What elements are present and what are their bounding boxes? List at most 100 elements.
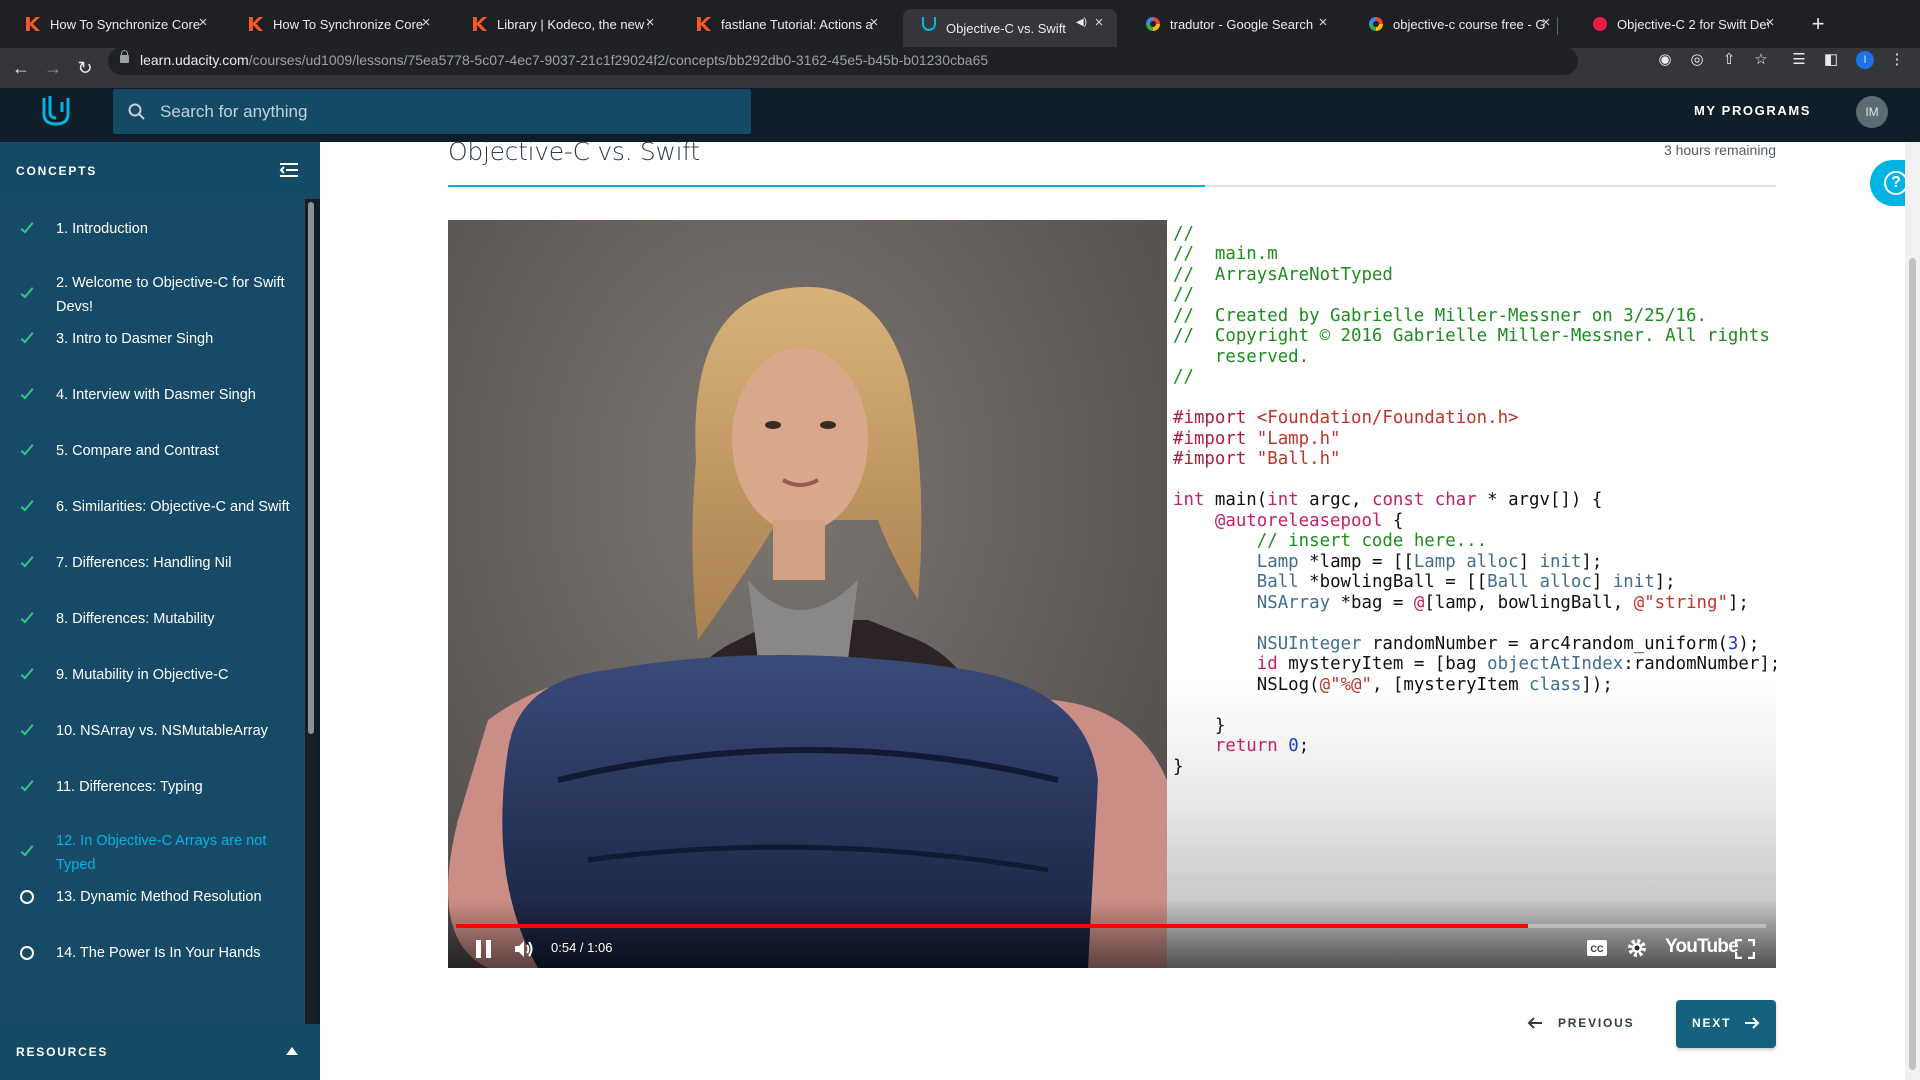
browser-tab[interactable]: fastlane Tutorial: Actions an × bbox=[678, 9, 892, 39]
concept-label: 13. Dynamic Method Resolution bbox=[56, 889, 262, 905]
kodeco-icon bbox=[249, 17, 263, 31]
url-path: /courses/ud1009/lessons/75ea5778-5c07-4e… bbox=[248, 52, 989, 68]
concept-label: 14. The Power Is In Your Hands bbox=[56, 945, 261, 961]
search-input[interactable] bbox=[160, 101, 720, 123]
bookmark-star-icon[interactable]: ☆ bbox=[1752, 51, 1770, 69]
volume-icon[interactable] bbox=[512, 937, 536, 961]
previous-label[interactable]: PREVIOUS bbox=[1558, 1016, 1634, 1030]
close-tab-icon[interactable]: × bbox=[866, 15, 882, 31]
concept-item[interactable]: 1. Introduction bbox=[0, 217, 305, 267]
concept-label: 7. Differences: Handling Nil bbox=[56, 555, 232, 571]
more-menu-icon[interactable]: ⋮ bbox=[1888, 51, 1906, 69]
tab-title: Library | Kodeco, the new ra bbox=[497, 16, 649, 32]
side-panel-icon[interactable]: ◧ bbox=[1822, 51, 1840, 69]
tab-title: How To Synchronize Core D bbox=[50, 16, 202, 32]
share-icon[interactable]: ⇧ bbox=[1720, 51, 1738, 69]
concept-label: 2. Welcome to Objective-C for Swift Devs… bbox=[56, 275, 285, 315]
concept-item[interactable]: 12. In Objective-C Arrays are not Typed bbox=[0, 829, 305, 879]
code-line: // bbox=[1173, 367, 1194, 387]
concept-item[interactable]: 13. Dynamic Method Resolution bbox=[0, 885, 305, 935]
checkmark-icon bbox=[20, 284, 34, 299]
incognito-eye-icon[interactable]: ◎ bbox=[1688, 51, 1706, 69]
kodeco-icon bbox=[473, 17, 487, 31]
arrow-right-icon[interactable] bbox=[1744, 1015, 1760, 1031]
tab-audio-icon[interactable]: ◀) bbox=[1076, 17, 1087, 28]
arrow-left-icon[interactable] bbox=[1527, 1015, 1543, 1031]
svg-text:CC: CC bbox=[1591, 944, 1604, 954]
browser-tab[interactable]: Objective-C 2 for Swift Dev × bbox=[1574, 9, 1788, 39]
concept-item[interactable]: 7. Differences: Handling Nil bbox=[0, 551, 305, 601]
browser-tab[interactable]: How To Synchronize Core D × bbox=[7, 9, 221, 39]
profile-icon[interactable]: I bbox=[1856, 51, 1874, 69]
next-label[interactable]: NEXT bbox=[1692, 1016, 1731, 1030]
caret-up-icon[interactable] bbox=[286, 1047, 298, 1055]
checkmark-icon bbox=[20, 721, 34, 736]
collapse-sidebar-icon[interactable] bbox=[278, 160, 300, 180]
concept-item[interactable]: 10. NSArray vs. NSMutableArray bbox=[0, 719, 305, 769]
close-tab-icon[interactable]: × bbox=[418, 15, 434, 31]
concept-item[interactable]: 5. Compare and Contrast bbox=[0, 439, 305, 489]
browser-tab[interactable]: Library | Kodeco, the new ra × bbox=[454, 9, 668, 39]
concept-item[interactable]: 4. Interview with Dasmer Singh bbox=[0, 383, 305, 433]
pause-icon[interactable] bbox=[473, 938, 495, 960]
checkmark-icon bbox=[20, 777, 34, 792]
close-tab-icon[interactable]: × bbox=[642, 15, 658, 31]
fullscreen-icon[interactable] bbox=[1735, 939, 1755, 959]
concept-item[interactable]: 3. Intro to Dasmer Singh bbox=[0, 327, 305, 377]
url-text[interactable]: learn.udacity.com/courses/ud1009/lessons… bbox=[140, 52, 988, 68]
concept-item[interactable]: 11. Differences: Typing bbox=[0, 775, 305, 825]
browser-tab[interactable]: Objective-C vs. Swift × ◀) bbox=[903, 9, 1117, 48]
close-tab-icon[interactable]: × bbox=[1315, 15, 1331, 31]
code-line: int main(int argc, const char * argv[]) … bbox=[1173, 490, 1603, 510]
video-player[interactable]: // // main.m // ArraysAreNotTyped // // … bbox=[448, 220, 1776, 968]
browser-tab[interactable]: How To Synchronize Core D × bbox=[230, 9, 444, 39]
browser-tab[interactable]: tradutor - Google Search × bbox=[1127, 9, 1341, 39]
avatar[interactable]: IM bbox=[1856, 96, 1888, 128]
browser-tab[interactable]: objective-c course free - Go × bbox=[1350, 9, 1564, 39]
forward-icon[interactable]: → bbox=[43, 58, 63, 78]
video-controls bbox=[448, 900, 1776, 968]
video-time: 0:54 / 1:06 bbox=[551, 940, 613, 955]
resources-title: RESOURCES bbox=[16, 1045, 109, 1059]
concept-item[interactable]: 14. The Power Is In Your Hands bbox=[0, 941, 305, 991]
new-tab-button[interactable]: + bbox=[1808, 13, 1828, 35]
google-lens-icon[interactable]: ◉ bbox=[1656, 51, 1674, 69]
checkmark-icon bbox=[20, 553, 34, 568]
search-icon bbox=[128, 103, 145, 120]
concept-item[interactable]: 8. Differences: Mutability bbox=[0, 607, 305, 657]
close-tab-icon[interactable]: × bbox=[1538, 15, 1554, 31]
code-line: NSArray *bag = @[lamp, bowlingBall, @"st… bbox=[1256, 593, 1749, 613]
tab-separator bbox=[1557, 17, 1558, 35]
tab-title: fastlane Tutorial: Actions an bbox=[721, 16, 873, 32]
code-line: // bbox=[1173, 224, 1194, 244]
code-line: // ArraysAreNotTyped bbox=[1173, 265, 1393, 285]
code-line: Ball *bowlingBall = [[Ball alloc] init]; bbox=[1256, 572, 1676, 592]
code-line: #import "Lamp.h" bbox=[1173, 429, 1341, 449]
concept-item[interactable]: 2. Welcome to Objective-C for Swift Devs… bbox=[0, 271, 305, 321]
udacity-logo-icon[interactable] bbox=[38, 92, 74, 128]
page-scrollbar-thumb[interactable] bbox=[1909, 258, 1916, 1070]
close-tab-icon[interactable]: × bbox=[1762, 15, 1778, 31]
settings-gear-icon[interactable] bbox=[1626, 937, 1648, 959]
checkmark-icon bbox=[20, 609, 34, 624]
udacity-icon bbox=[922, 17, 936, 31]
concept-item[interactable]: 6. Similarities: Objective-C and Swift bbox=[0, 495, 305, 545]
concept-label: 10. NSArray vs. NSMutableArray bbox=[56, 723, 268, 739]
close-tab-icon[interactable]: × bbox=[195, 15, 211, 31]
my-programs-link[interactable]: MY PROGRAMS bbox=[1694, 103, 1811, 118]
concept-label: 12. In Objective-C Arrays are not Typed bbox=[56, 833, 267, 873]
lock-icon[interactable] bbox=[120, 50, 129, 63]
sidebar-scrollbar-thumb[interactable] bbox=[308, 202, 314, 734]
youtube-logo[interactable]: YouTube bbox=[1665, 936, 1739, 958]
closed-captions-icon[interactable]: CC bbox=[1586, 939, 1608, 957]
concept-item[interactable]: 9. Mutability in Objective-C bbox=[0, 663, 305, 713]
reload-icon[interactable]: ↻ bbox=[75, 58, 95, 78]
close-tab-icon[interactable]: × bbox=[1091, 15, 1107, 31]
checkmark-icon bbox=[20, 842, 34, 857]
concept-label: 3. Intro to Dasmer Singh bbox=[56, 331, 214, 347]
video-progress-fill[interactable] bbox=[456, 924, 1528, 928]
media-icon[interactable]: ☰ bbox=[1790, 51, 1808, 69]
back-icon[interactable]: ← bbox=[11, 58, 31, 78]
code-line: } bbox=[1173, 757, 1184, 777]
code-line: NSUInteger randomNumber = arc4random_uni… bbox=[1256, 634, 1760, 654]
